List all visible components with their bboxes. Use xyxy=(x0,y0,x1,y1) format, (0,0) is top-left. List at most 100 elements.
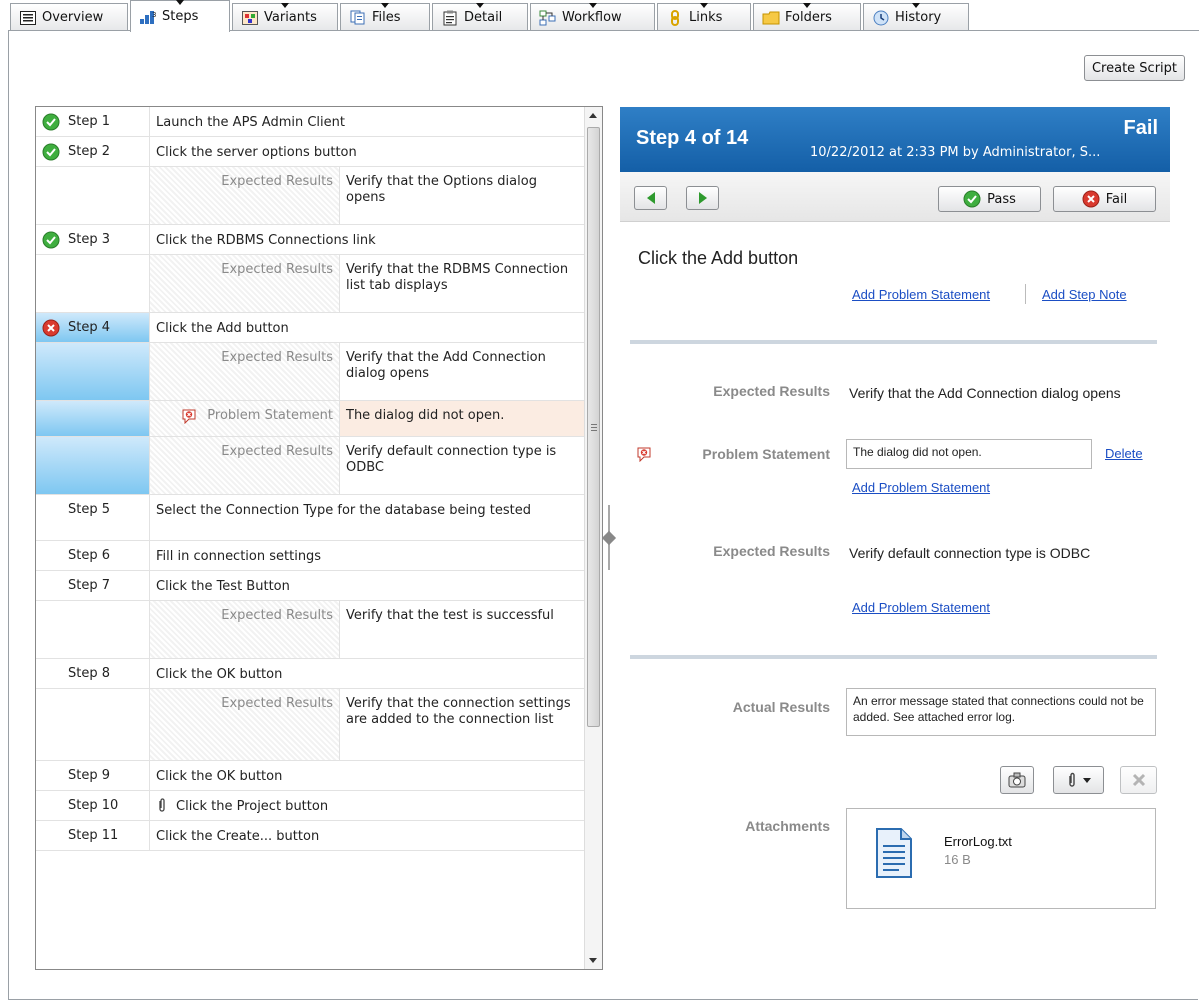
step-number: Step 2 xyxy=(36,137,150,166)
tab-steps[interactable]: 3 Steps xyxy=(130,0,230,32)
attach-file-button[interactable] xyxy=(1053,766,1104,794)
add-problem-statement-link[interactable]: Add Problem Statement xyxy=(852,287,990,302)
expected-results-2: Verify default connection type is ODBC xyxy=(849,545,1091,561)
step-row[interactable]: Step 10 Click the Project button xyxy=(36,791,585,821)
add-step-note-link[interactable]: Add Step Note xyxy=(1042,287,1127,302)
step-row[interactable]: Step 9 Click the OK button xyxy=(36,761,585,791)
attachment-file-size: 16 B xyxy=(944,852,971,867)
step-row[interactable]: Step 8 Click the OK button xyxy=(36,659,585,689)
pass-status-icon xyxy=(42,231,60,249)
scroll-thumb[interactable] xyxy=(587,127,600,727)
delete-problem-link[interactable]: Delete xyxy=(1105,446,1143,461)
sub-key: Expected Results xyxy=(150,255,340,312)
step-instruction: Click the Add button xyxy=(638,248,799,268)
step-meta: 10/22/2012 at 2:33 PM by Administrator, … xyxy=(810,145,1101,160)
step-description: Click the Project button xyxy=(150,791,585,820)
tab-variants[interactable]: Variants xyxy=(232,3,338,31)
add-problem-statement-link-2[interactable]: Add Problem Statement xyxy=(852,480,990,495)
tab-bar: Overview 3 Steps Variants Files Detail W… xyxy=(0,0,1199,32)
step-row[interactable]: Step 11 Click the Create... button xyxy=(36,821,585,851)
step-row[interactable]: Step 3 Click the RDBMS Connections link xyxy=(36,225,585,255)
tab-history[interactable]: History xyxy=(863,3,969,31)
sub-key: Expected Results xyxy=(150,437,340,494)
step-description: Click the Test Button xyxy=(156,579,290,594)
expected-results-row[interactable]: Expected Results Verify that the test is … xyxy=(36,601,585,659)
problem-statement-icon xyxy=(182,409,196,424)
expected-results-label-2: Expected Results xyxy=(713,543,830,559)
expected-results-label: Expected Results xyxy=(713,383,830,399)
sub-key: Expected Results xyxy=(150,343,340,400)
step-row[interactable]: Step 4 Click the Add button xyxy=(36,313,585,343)
detail-icon xyxy=(441,10,459,26)
problem-statement-row[interactable]: Problem Statement The dialog did not open… xyxy=(36,401,585,437)
step-row[interactable]: Step 5 Select the Connection Type for the… xyxy=(36,495,585,541)
arrow-left-icon xyxy=(646,192,655,204)
paperclip-icon xyxy=(1068,772,1075,787)
step-description: Click the Create... button xyxy=(156,829,320,844)
pass-button[interactable]: Pass xyxy=(938,186,1041,212)
sub-value: Verify that the connection settings are … xyxy=(346,696,571,727)
step-row[interactable]: Step 7 Click the Test Button xyxy=(36,571,585,601)
history-icon xyxy=(872,10,890,26)
sub-value: Verify default connection type is ODBC xyxy=(346,444,557,475)
tab-workflow[interactable]: Workflow xyxy=(530,3,655,31)
text-file-icon[interactable] xyxy=(875,827,913,879)
pass-status-icon xyxy=(42,143,60,161)
sub-key: Expected Results xyxy=(150,601,340,658)
scroll-up-icon[interactable] xyxy=(589,113,597,118)
step-number: Step 6 xyxy=(36,541,150,570)
actual-results-field[interactable]: An error message stated that connections… xyxy=(846,688,1156,736)
sub-key: Problem Statement xyxy=(150,401,340,436)
next-step-button[interactable] xyxy=(686,186,719,210)
attachment-file-name[interactable]: ErrorLog.txt xyxy=(944,834,1012,850)
step-row[interactable]: Step 6 Fill in connection settings xyxy=(36,541,585,571)
step-state: Fail xyxy=(1123,117,1158,139)
remove-attachment-button[interactable] xyxy=(1120,766,1157,794)
variants-icon xyxy=(241,10,259,26)
svg-text:3: 3 xyxy=(152,11,156,19)
expected-results-row[interactable]: Expected Results Verify that the RDBMS Co… xyxy=(36,255,585,313)
scroll-down-icon[interactable] xyxy=(589,958,597,963)
expected-results-row[interactable]: Expected Results Verify that the connecti… xyxy=(36,689,585,761)
pass-status-icon xyxy=(42,113,60,131)
workflow-icon xyxy=(539,10,557,26)
camera-icon xyxy=(1008,772,1026,788)
step-row[interactable]: Step 2 Click the server options button xyxy=(36,137,585,167)
step-rows: Step 1 Launch the APS Admin Client Step 2 C… xyxy=(36,107,585,851)
step-row[interactable]: Step 1 Launch the APS Admin Client xyxy=(36,107,585,137)
fail-button[interactable]: Fail xyxy=(1053,186,1156,212)
sub-value: The dialog did not open. xyxy=(340,401,585,436)
actual-results-label: Actual Results xyxy=(732,699,830,715)
fail-x-icon xyxy=(1082,190,1100,208)
expected-results-row[interactable]: Expected Results Verify that the Options … xyxy=(36,167,585,225)
sub-value: Verify that the RDBMS Connection list ta… xyxy=(346,262,569,293)
tab-links[interactable]: Links xyxy=(657,3,751,31)
tab-folders[interactable]: Folders xyxy=(753,3,861,31)
attachments-label: Attachments xyxy=(745,818,830,834)
delete-icon xyxy=(1132,773,1145,787)
tab-overview[interactable]: Overview xyxy=(10,3,128,31)
expected-results-row[interactable]: Expected Results Verify that the Add Conn… xyxy=(36,343,585,401)
problem-statement-field[interactable]: The dialog did not open. xyxy=(846,439,1092,469)
previous-step-button[interactable] xyxy=(634,186,667,210)
add-problem-statement-link-3[interactable]: Add Problem Statement xyxy=(852,600,990,615)
expected-results-1: Verify that the Add Connection dialog op… xyxy=(849,385,1121,401)
step-number: Step 1 xyxy=(36,107,150,136)
step-list-scrollbar[interactable] xyxy=(584,107,602,969)
expected-results-row[interactable]: Expected Results Verify default connectio… xyxy=(36,437,585,495)
paperclip-icon xyxy=(159,798,165,812)
step-number: Step 8 xyxy=(36,659,150,688)
step-description: Click the Add button xyxy=(156,321,289,336)
create-script-button[interactable]: Create Script xyxy=(1084,55,1185,81)
pane-splitter[interactable] xyxy=(601,505,617,570)
step-number: Step 10 xyxy=(36,791,150,820)
chevron-down-icon xyxy=(1082,777,1091,783)
step-list[interactable]: Step 1 Launch the APS Admin Client Step 2 C… xyxy=(35,106,603,970)
tab-files[interactable]: Files xyxy=(340,3,430,31)
step-description: Select the Connection Type for the datab… xyxy=(156,503,531,518)
step-description: Click the OK button xyxy=(156,769,283,784)
screenshot-button[interactable] xyxy=(1000,766,1034,794)
step-number: Step 7 xyxy=(36,571,150,600)
tab-detail[interactable]: Detail xyxy=(432,3,528,31)
arrow-right-icon xyxy=(698,192,707,204)
